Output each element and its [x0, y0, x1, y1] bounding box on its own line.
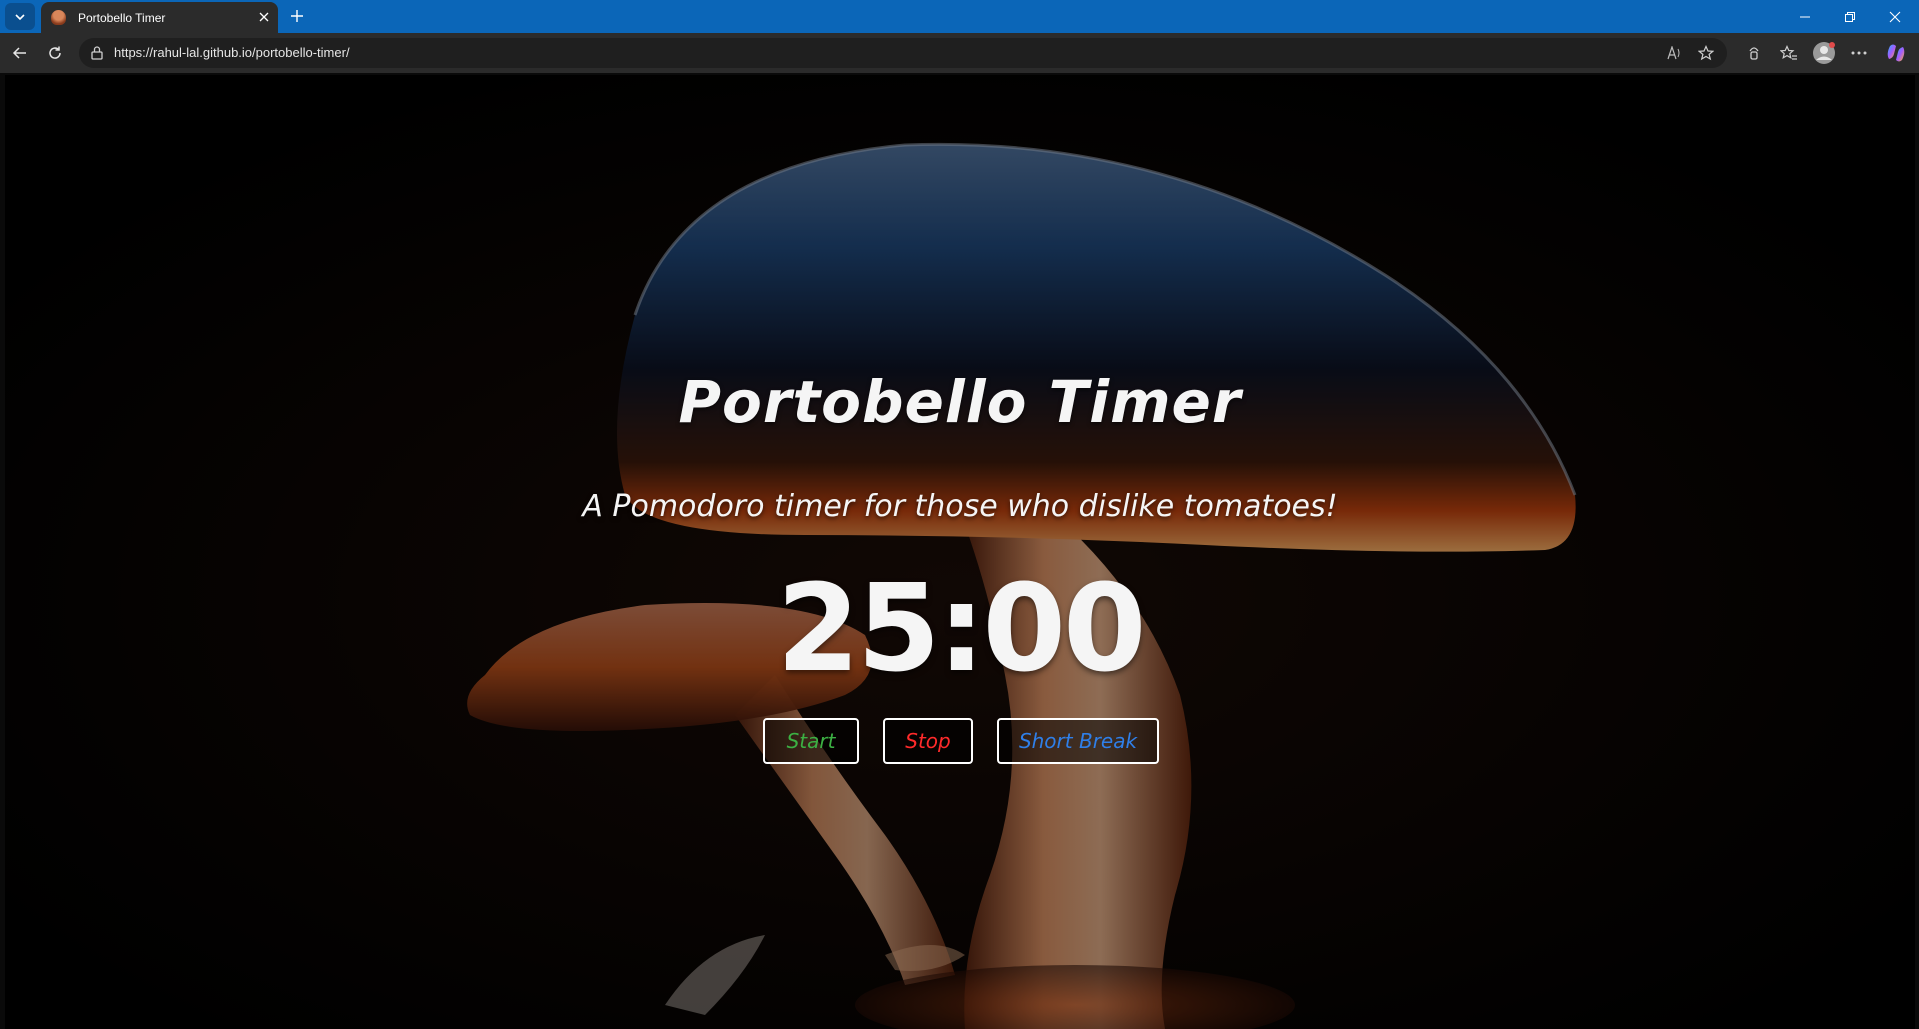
more-icon[interactable] [1845, 39, 1873, 67]
favicon-mushroom-icon [51, 10, 66, 25]
favorites-icon[interactable] [1775, 39, 1803, 67]
tagline: A Pomodoro timer for those who dislike t… [582, 489, 1338, 524]
back-icon[interactable] [6, 39, 34, 67]
browser-titlebar: Portobello Timer [0, 0, 1919, 33]
copilot-icon[interactable] [1882, 39, 1910, 67]
start-button[interactable]: Start [763, 718, 859, 764]
url-text[interactable]: https://rahul-lal.github.io/portobello-t… [114, 45, 350, 60]
address-bar[interactable]: https://rahul-lal.github.io/portobello-t… [79, 38, 1727, 68]
profile-avatar-icon[interactable] [1810, 39, 1838, 67]
tab-list-icon[interactable] [5, 3, 35, 30]
lock-icon[interactable] [90, 45, 106, 61]
short-break-button[interactable]: Short Break [997, 718, 1159, 764]
window-close-icon[interactable] [1872, 0, 1917, 33]
read-aloud-icon[interactable] [1665, 43, 1685, 63]
refresh-icon[interactable] [41, 39, 69, 67]
minimize-icon[interactable] [1782, 0, 1827, 33]
tab-title: Portobello Timer [78, 10, 166, 25]
stop-button[interactable]: Stop [883, 718, 973, 764]
timer-display: 25:00 [776, 560, 1147, 699]
browser-essentials-icon[interactable] [1740, 39, 1768, 67]
restore-icon[interactable] [1827, 0, 1872, 33]
browser-tab[interactable]: Portobello Timer [41, 2, 278, 33]
close-icon[interactable] [256, 9, 272, 25]
plus-icon[interactable] [286, 5, 308, 27]
favorite-star-icon[interactable] [1696, 43, 1716, 63]
page-viewport: Portobello Timer A Pomodoro timer for th… [5, 75, 1915, 1029]
timer-app: Portobello Timer A Pomodoro timer for th… [5, 75, 1915, 1029]
page-title: Portobello Timer [678, 368, 1242, 436]
